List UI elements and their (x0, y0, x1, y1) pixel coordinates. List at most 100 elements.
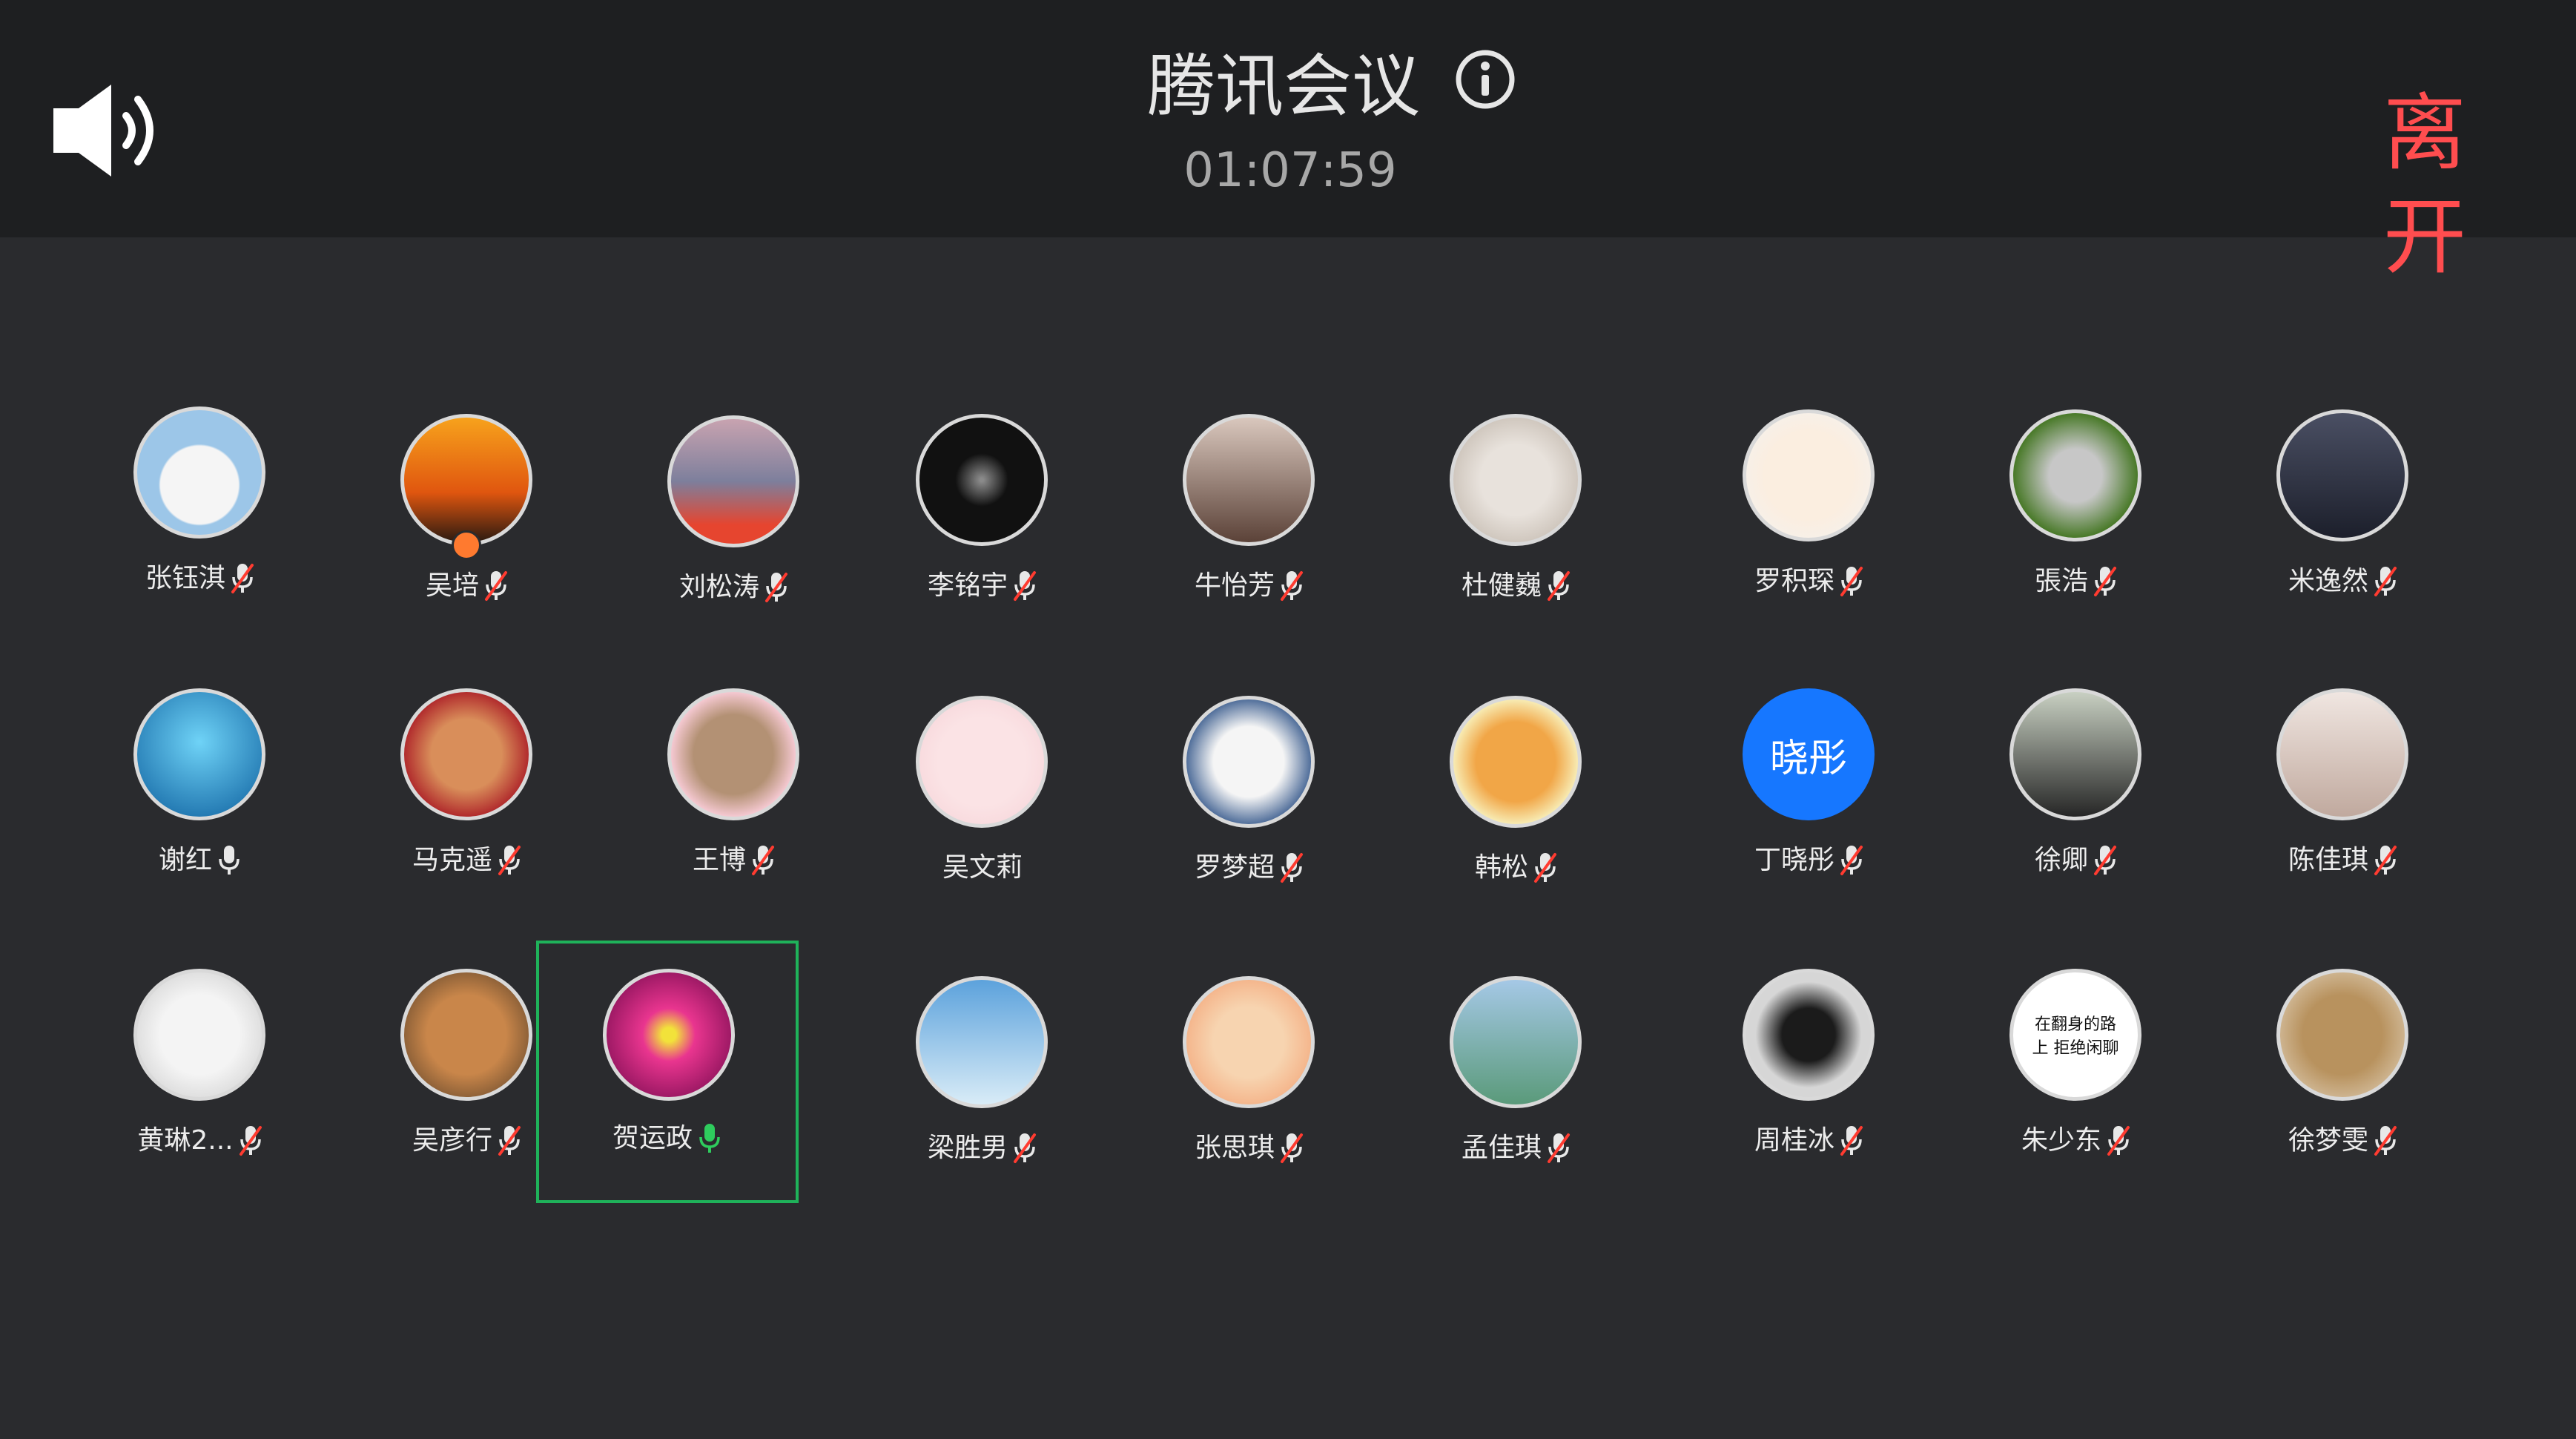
participant-name: 刘松涛 (601, 567, 868, 607)
participant-tile[interactable]: 陈佳琪 (2210, 685, 2477, 949)
avatar (2009, 688, 2141, 820)
participant-name-label: 吴文莉 (942, 852, 1023, 883)
participant-name: 张思琪 (1116, 1128, 1383, 1168)
participant-tile[interactable]: 吴培 (334, 410, 601, 674)
participant-tile[interactable]: 韩松 (1383, 692, 1650, 956)
avatar (133, 406, 265, 539)
participant-name-label: 罗积琛 (1754, 566, 1834, 596)
participant-name-label: 李铭宇 (927, 570, 1008, 601)
avatar (1183, 976, 1315, 1108)
participant-name-label: 王博 (692, 845, 746, 875)
participant-name: 谢红 (67, 840, 334, 880)
participant-name: 吴培 (334, 566, 601, 605)
participant-name: 梁胜男 (849, 1128, 1116, 1168)
participant-name: 丁晓彤 (1676, 840, 1943, 880)
participant-name: 張浩 (1943, 562, 2210, 601)
participant-tile[interactable]: 张思琪 (1116, 972, 1383, 1237)
participant-name: 韩松 (1383, 848, 1650, 887)
participant-name-label: 吴培 (425, 570, 479, 601)
participant-name: 徐卿 (1943, 840, 2210, 880)
avatar (667, 688, 799, 820)
mic-muted-icon (234, 1124, 263, 1156)
participant-name: 马克遥 (334, 840, 601, 880)
mic-muted-icon (225, 562, 255, 593)
participant-tile[interactable]: 罗梦超 (1116, 692, 1383, 956)
avatar (2276, 688, 2408, 820)
avatar (133, 969, 265, 1101)
participant-grid: 张钰淇 吴培 刘松涛 李铭宇 牛怡芳 杜健巍 罗积琛 張浩 米逸然谢红 马克遥 王博 吴文莉 罗梦超 韩松… (0, 0, 2576, 1439)
participant-name-label: 張浩 (2034, 566, 2088, 596)
participant-tile[interactable]: 罗积琛 (1676, 406, 1943, 670)
participant-name-label: 朱少东 (2021, 1125, 2101, 1156)
participant-tile[interactable]: 在翻身的路上 拒绝闲聊朱少东 (1943, 965, 2210, 1229)
participant-tile[interactable]: 杜健巍 (1383, 410, 1650, 674)
participant-name-label: 孟佳琪 (1461, 1133, 1542, 1163)
participant-tile[interactable]: 張浩 (1943, 406, 2210, 670)
participant-tile[interactable]: 吴文莉 (849, 692, 1116, 956)
avatar (1183, 696, 1315, 828)
participant-name-label: 罗梦超 (1194, 852, 1275, 883)
mic-muted-icon (1008, 1132, 1037, 1163)
avatar (916, 696, 1048, 828)
mic-muted-icon (1275, 570, 1304, 601)
participant-tile[interactable]: 米逸然 (2210, 406, 2477, 670)
mic-icon (212, 844, 242, 875)
avatar (2276, 409, 2408, 541)
avatar (400, 414, 532, 546)
avatar (667, 415, 799, 547)
avatar (1743, 409, 1875, 541)
participant-tile[interactable]: 徐梦雯 (2210, 965, 2477, 1229)
participant-tile[interactable]: 王博 (601, 685, 868, 949)
participant-name: 吴文莉 (849, 848, 1116, 887)
mic-muted-icon (1528, 852, 1558, 883)
participant-name: 徐梦雯 (2210, 1121, 2477, 1160)
mic-muted-icon (2088, 565, 2118, 596)
participant-name-label: 杜健巍 (1461, 570, 1542, 601)
participant-name-label: 牛怡芳 (1194, 570, 1275, 601)
avatar (400, 969, 532, 1101)
participant-tile[interactable]: 孟佳琪 (1383, 972, 1650, 1237)
participant-name-label: 徐梦雯 (2288, 1125, 2368, 1156)
participant-name-label: 谢红 (158, 845, 212, 875)
avatar (400, 688, 532, 820)
mic-muted-icon (1275, 852, 1304, 883)
participant-tile[interactable]: 张钰淇 (67, 403, 334, 667)
participant-tile[interactable]: 刘松涛 (601, 412, 868, 676)
participant-name-label: 陈佳琪 (2288, 845, 2368, 875)
avatar (1450, 696, 1582, 828)
mic-muted-icon (2368, 1124, 2398, 1156)
avatar (1183, 414, 1315, 546)
avatar (603, 969, 735, 1101)
participant-tile[interactable]: 晓彤丁晓彤 (1676, 685, 1943, 949)
participant-name-label: 米逸然 (2288, 566, 2368, 596)
participant-name: 贺运政 (536, 1119, 799, 1158)
participant-name-label: 徐卿 (2034, 845, 2088, 875)
participant-name-label: 张思琪 (1194, 1133, 1275, 1163)
participant-name: 张钰淇 (67, 559, 334, 598)
host-icon (452, 530, 481, 560)
participant-name-label: 刘松涛 (678, 572, 759, 602)
participant-tile[interactable]: 周桂冰 (1676, 965, 1943, 1229)
participant-name: 李铭宇 (849, 566, 1116, 605)
participant-name-label: 丁晓彤 (1754, 845, 1834, 875)
participant-name: 朱少东 (1943, 1121, 2210, 1160)
avatar: 在翻身的路上 拒绝闲聊 (2009, 969, 2141, 1101)
avatar (2009, 409, 2141, 541)
participant-tile[interactable]: 马克遥 (334, 685, 601, 949)
participant-tile[interactable]: 李铭宇 (849, 410, 1116, 674)
mic-muted-icon (1834, 844, 1864, 875)
mic-muted-icon (2368, 844, 2398, 875)
mic-muted-icon (1008, 570, 1037, 601)
participant-name: 杜健巍 (1383, 566, 1650, 605)
participant-tile[interactable]: 徐卿 (1943, 685, 2210, 949)
avatar (133, 688, 265, 820)
participant-name-label: 贺运政 (612, 1123, 693, 1153)
participant-tile[interactable]: 牛怡芳 (1116, 410, 1383, 674)
participant-tile[interactable]: 黄琳2... (67, 965, 334, 1229)
mic-muted-icon (2368, 565, 2398, 596)
avatar: 晓彤 (1743, 688, 1875, 820)
participant-tile[interactable]: 贺运政 (536, 941, 799, 1203)
participant-tile[interactable]: 谢红 (67, 685, 334, 949)
mic-muted-icon (492, 1124, 522, 1156)
participant-tile[interactable]: 梁胜男 (849, 972, 1116, 1237)
